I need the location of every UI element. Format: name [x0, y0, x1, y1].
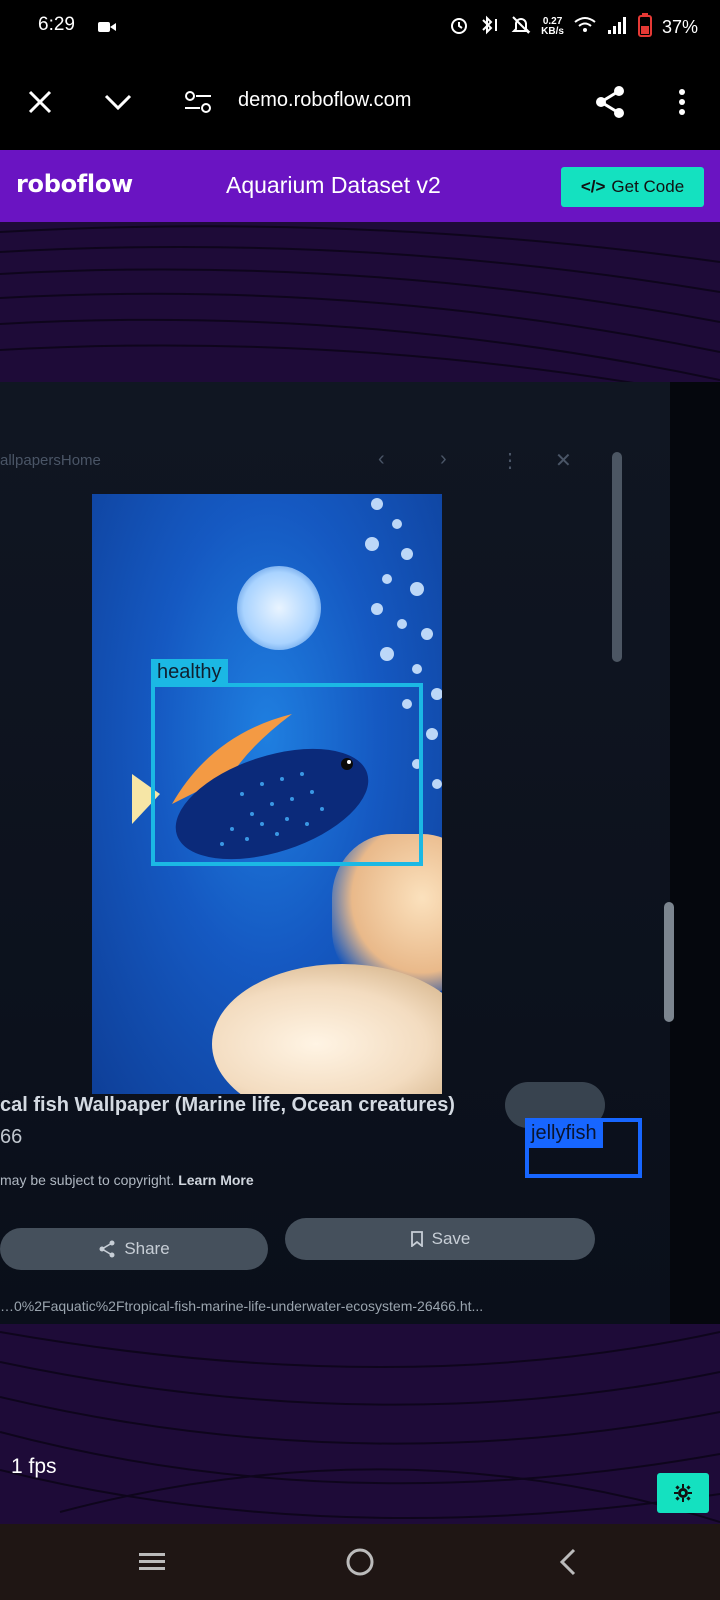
detection-label-healthy: healthy — [151, 659, 228, 685]
alarm-icon — [449, 15, 469, 40]
close-tab-button[interactable] — [20, 82, 60, 122]
recents-button[interactable] — [130, 1540, 174, 1584]
back-icon — [559, 1548, 576, 1576]
browser-toolbar: demo.roboflow.com — [0, 54, 720, 150]
background-share-button: Share — [0, 1228, 268, 1270]
fps-counter: 1 fps — [11, 1455, 57, 1478]
url-bar[interactable]: demo.roboflow.com — [238, 89, 411, 112]
battery-percent: 37% — [661, 16, 698, 37]
get-code-label: Get Code — [611, 177, 685, 196]
background-copyright: may be subject to copyright. Learn More — [0, 1172, 254, 1188]
home-icon — [346, 1548, 374, 1576]
gear-icon — [674, 1484, 692, 1502]
ghost-scrollbar — [612, 452, 622, 662]
bluetooth-icon — [479, 15, 501, 40]
detection-box-jellyfish: jellyfish — [525, 1118, 642, 1178]
coral — [212, 964, 442, 1094]
chevron-down-icon — [104, 94, 132, 111]
detection-label-jellyfish: jellyfish — [525, 1118, 603, 1148]
learn-more-text: Learn More — [178, 1172, 254, 1188]
wifi-icon — [574, 16, 596, 39]
background-save-button: Save — [285, 1218, 595, 1260]
site-settings-button[interactable] — [178, 82, 218, 122]
back-button[interactable] — [546, 1540, 590, 1584]
camera-frame: allpapersHome ‹ › ⋮ ✕ healthy jellyfish … — [0, 382, 670, 1324]
copyright-text: may be subject to copyright. — [0, 1172, 175, 1188]
light-glow — [237, 566, 321, 650]
ghost-scrollbar-right — [664, 902, 674, 1022]
more-menu-button[interactable] — [662, 82, 702, 122]
background-caption: cal fish Wallpaper (Marine life, Ocean c… — [0, 1094, 455, 1116]
status-time: 6:29 — [38, 14, 75, 35]
mute-icon — [511, 15, 531, 40]
status-icons: 0.27 KB/s 37% — [449, 12, 698, 42]
camera-feed: allpapersHome ‹ › ⋮ ✕ healthy jellyfish … — [0, 382, 720, 1324]
code-icon: </> — [580, 177, 606, 196]
battery-icon — [637, 12, 652, 42]
signal-icon — [606, 16, 628, 39]
background-site-name: allpapersHome — [0, 452, 101, 469]
background-share-label: Share — [124, 1239, 170, 1258]
bookmark-icon — [410, 1231, 423, 1247]
share-icon — [596, 86, 624, 118]
ghost-prev-icon: ‹ — [378, 448, 385, 470]
recents-icon — [139, 1553, 165, 1570]
background-save-label: Save — [431, 1229, 471, 1248]
background-url: …0%2Faquatic%2Ftropical-fish-marine-life… — [0, 1298, 484, 1314]
ghost-next-icon: › — [440, 448, 447, 470]
settings-button[interactable] — [657, 1473, 709, 1513]
net-speed-unit: KB/s — [541, 26, 564, 37]
more-icon — [679, 89, 685, 115]
ghost-more-icon: ⋮ — [500, 450, 520, 472]
share-page-button[interactable] — [590, 82, 630, 122]
background-caption-sub: 66 — [0, 1126, 23, 1148]
site-settings-icon — [185, 91, 211, 113]
inference-stage: allpapersHome ‹ › ⋮ ✕ healthy jellyfish … — [0, 222, 720, 1524]
ghost-close-icon: ✕ — [555, 450, 572, 472]
page-title: Aquarium Dataset v2 — [226, 172, 441, 198]
share-icon — [99, 1240, 115, 1258]
app-header: roboflow Aquarium Dataset v2 </> Get Cod… — [0, 150, 720, 222]
minimize-button[interactable] — [98, 82, 138, 122]
detection-box-healthy: healthy — [151, 659, 423, 866]
roboflow-logo[interactable]: roboflow — [16, 170, 133, 198]
get-code-button[interactable]: </> Get Code — [561, 167, 704, 207]
net-speed: 0.27 KB/s — [541, 17, 564, 37]
close-icon — [28, 90, 52, 114]
home-button[interactable] — [338, 1540, 382, 1584]
status-bar: 6:29 0.27 KB/s 37% — [0, 0, 720, 54]
system-nav-bar — [0, 1524, 720, 1600]
camera-icon — [98, 20, 116, 39]
